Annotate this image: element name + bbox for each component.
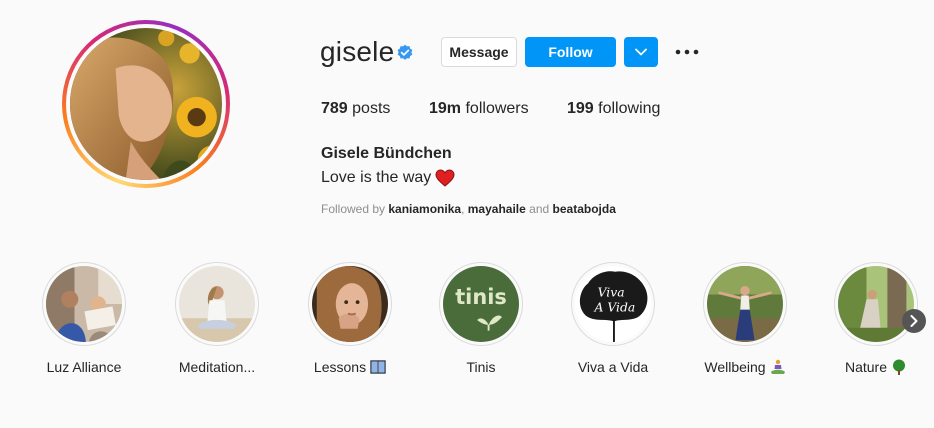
highlight-label-text: Nature <box>844 359 888 375</box>
follower-user-link: kaniamonika <box>388 202 462 216</box>
tree-icon <box>893 359 906 375</box>
highlight-label: Tinis <box>466 359 496 375</box>
suggested-accounts-button[interactable] <box>624 37 658 67</box>
highlight-tinis[interactable]: tinis Tinis <box>436 262 526 375</box>
profile-username: gisele <box>320 36 395 67</box>
highlight-cover-image <box>838 266 914 342</box>
red-heart-icon <box>435 169 455 187</box>
bio-text: Love is the way <box>321 169 432 186</box>
posts-label: posts <box>352 100 391 117</box>
following-label: following <box>598 100 661 117</box>
followed-by-separator: , <box>461 202 465 216</box>
highlight-label-text: Wellbeing <box>704 359 766 375</box>
verified-badge-icon <box>397 44 413 60</box>
viva-cover-line2: A Vida <box>594 301 636 315</box>
chevron-right-icon <box>910 315 918 327</box>
highlight-label: Lessons <box>305 359 395 375</box>
highlight-cover-ring <box>175 262 259 346</box>
following-count: 199 <box>567 100 594 117</box>
highlight-cover-ring: tinis <box>439 262 523 346</box>
followed-by-prefix: Followed by <box>321 202 386 216</box>
follower-user-link: beatabojda <box>552 202 616 216</box>
highlight-label: Wellbeing <box>700 359 790 375</box>
followers-stat[interactable]: 19m followers <box>429 100 529 118</box>
highlight-luz-alliance[interactable]: Luz Alliance <box>39 262 129 375</box>
highlight-wellbeing[interactable]: Wellbeing <box>700 262 790 375</box>
highlight-cover-ring <box>703 262 787 346</box>
followed-by-text[interactable]: Followed by kaniamonika, mayahaile and b… <box>321 202 616 216</box>
book-icon <box>370 360 386 374</box>
highlight-cover-image <box>179 266 255 342</box>
highlight-cover-image <box>46 266 122 342</box>
followers-count: 19m <box>429 100 462 117</box>
highlight-cover-image <box>707 266 783 342</box>
profile-page: gisele Message Follow 789 posts 19m foll… <box>0 0 934 428</box>
highlight-label: Meditation... <box>178 359 256 375</box>
avatar-inner <box>66 24 226 184</box>
more-options-button[interactable] <box>674 42 700 62</box>
highlight-meditation[interactable]: Meditation... <box>172 262 262 375</box>
highlight-label: Viva a Vida <box>577 359 649 375</box>
followed-by-and: and <box>529 202 550 216</box>
viva-cover-line1: Viva <box>598 285 625 299</box>
highlight-cover-ring <box>834 262 918 346</box>
message-button[interactable]: Message <box>441 37 517 67</box>
highlight-cover-image: Viva A Vida <box>575 266 651 342</box>
profile-bio: Love is the way <box>321 169 455 187</box>
follower-user-link: mayahaile <box>467 202 526 216</box>
highlight-label: Luz Alliance <box>46 359 122 375</box>
meditating-person-icon <box>770 359 785 374</box>
avatar <box>70 28 222 180</box>
followers-label: followers <box>465 100 529 117</box>
tinis-cover-text: tinis <box>455 285 507 309</box>
more-dots-icon <box>675 49 699 55</box>
profile-full-name: Gisele Bündchen <box>321 145 452 162</box>
highlight-cover-image <box>312 266 388 342</box>
follow-button[interactable]: Follow <box>525 37 616 67</box>
following-stat[interactable]: 199 following <box>567 100 660 118</box>
highlight-label: Nature <box>831 359 921 375</box>
highlight-cover-ring: Viva A Vida <box>571 262 655 346</box>
highlight-cover-ring <box>308 262 392 346</box>
highlights-next-button[interactable] <box>902 309 926 333</box>
highlight-lessons[interactable]: Lessons <box>305 262 395 375</box>
highlight-label-text: Lessons <box>313 359 367 375</box>
posts-stat: 789 posts <box>321 100 390 118</box>
highlight-cover-image: tinis <box>443 266 519 342</box>
posts-count: 789 <box>321 100 348 117</box>
highlight-cover-ring <box>42 262 126 346</box>
chevron-down-icon <box>635 48 647 56</box>
profile-avatar-story-ring[interactable] <box>62 20 230 188</box>
highlight-viva-a-vida[interactable]: Viva A Vida Viva a Vida <box>568 262 658 375</box>
